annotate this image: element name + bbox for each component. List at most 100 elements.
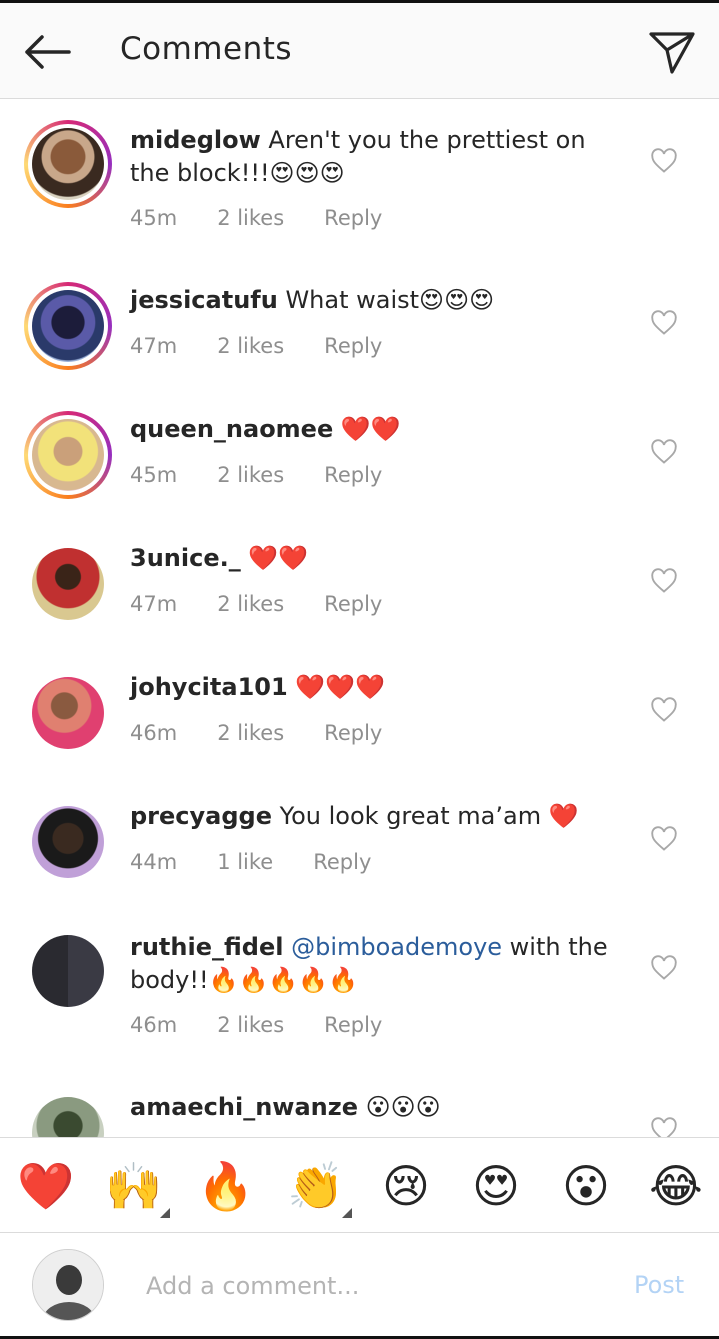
- comment-body: ❤️❤️: [340, 415, 401, 443]
- raising-hands-glyph: 🙌: [105, 1159, 163, 1213]
- avatar[interactable]: [24, 120, 112, 208]
- comment-username[interactable]: 3unice._: [130, 544, 241, 572]
- comment-meta: 44m 1 like Reply: [130, 850, 411, 874]
- comment-mention-link[interactable]: @bimboademoye: [291, 933, 502, 961]
- comment-likes[interactable]: 2 likes: [217, 592, 284, 616]
- heart-outline-icon[interactable]: [650, 148, 678, 174]
- comment-username[interactable]: precyagge: [130, 802, 272, 830]
- comment-item: 3unice._ ❤️❤️ 47m 2 likes Reply: [0, 540, 719, 650]
- comment-username[interactable]: queen_naomee: [130, 415, 333, 443]
- comment-text: queen_naomee ❤️❤️: [130, 413, 610, 446]
- comment-meta: 45m 2 likes Reply: [130, 206, 422, 230]
- comment-username[interactable]: mideglow: [130, 126, 261, 154]
- comment-likes[interactable]: 2 likes: [217, 334, 284, 358]
- heart-eyes-emoji[interactable]: 😍: [466, 1156, 526, 1216]
- comment-likes[interactable]: 2 likes: [217, 1013, 284, 1037]
- heart-outline-icon[interactable]: [650, 439, 678, 465]
- avatar[interactable]: [24, 798, 112, 886]
- raising-hands-emoji[interactable]: 🙌: [104, 1156, 170, 1218]
- comment-likes[interactable]: 2 likes: [217, 463, 284, 487]
- user-photo-icon: [33, 1250, 103, 1320]
- comment-time: 46m: [130, 721, 178, 745]
- comment-time: 47m: [130, 592, 178, 616]
- clapping-hands-glyph: 👏: [287, 1159, 345, 1213]
- comment-item: jessicatufu What waist😍😍😍 47m 2 likes Re…: [0, 282, 719, 392]
- red-heart-emoji[interactable]: ❤️: [16, 1156, 76, 1216]
- reply-button[interactable]: Reply: [313, 850, 371, 874]
- comment-time: 46m: [130, 1013, 178, 1037]
- comment-item: queen_naomee ❤️❤️ 45m 2 likes Reply: [0, 411, 719, 521]
- reply-button[interactable]: Reply: [324, 334, 382, 358]
- comment-body: What waist😍😍😍: [285, 286, 495, 314]
- reply-button[interactable]: Reply: [324, 721, 382, 745]
- comment-likes[interactable]: 2 likes: [217, 721, 284, 745]
- crying-face-emoji[interactable]: 😢: [376, 1156, 436, 1216]
- comment-username[interactable]: jessicatufu: [130, 286, 278, 314]
- comment-time: 45m: [130, 463, 178, 487]
- variant-indicator-icon: [342, 1208, 352, 1218]
- avatar[interactable]: [24, 1089, 112, 1137]
- comment-time: 45m: [130, 206, 178, 230]
- heart-outline-icon[interactable]: [650, 568, 678, 594]
- comment-time: 47m: [130, 334, 178, 358]
- quick-reactions-bar: ❤️ 🙌 🔥 👏 😢 😍 😮 😂: [0, 1137, 719, 1233]
- comment-meta: 47m 2 likes Reply: [130, 334, 422, 358]
- heart-outline-icon[interactable]: [650, 955, 678, 981]
- comments-header: Comments: [0, 3, 719, 99]
- comment-text: jessicatufu What waist😍😍😍: [130, 284, 610, 317]
- comment-item: mideglow Aren't you the prettiest on the…: [0, 120, 719, 270]
- comment-meta: 47m 2 likes Reply: [130, 592, 422, 616]
- comment-username[interactable]: ruthie_fidel: [130, 933, 283, 961]
- back-button[interactable]: [18, 29, 76, 75]
- tears-of-joy-emoji[interactable]: 😂: [646, 1156, 706, 1216]
- comment-item: precyagge You look great ma’am ❤️ 44m 1 …: [0, 798, 719, 908]
- comment-item: johycita101 ❤️❤️❤️ 46m 2 likes Reply: [0, 669, 719, 779]
- comment-text: precyagge You look great ma’am ❤️: [130, 800, 610, 833]
- avatar[interactable]: [24, 927, 112, 1015]
- comment-text: amaechi_nwanze 😮😮😮: [130, 1091, 610, 1124]
- avatar[interactable]: [24, 282, 112, 370]
- arrow-left-icon: [25, 35, 71, 69]
- comment-item: ruthie_fidel @bimboademoye with the body…: [0, 927, 719, 1077]
- reply-button[interactable]: Reply: [324, 206, 382, 230]
- comment-likes[interactable]: 1 like: [217, 850, 273, 874]
- comment-body: 😮😮😮: [365, 1093, 441, 1121]
- reply-button[interactable]: Reply: [324, 1013, 382, 1037]
- comment-meta: 46m 2 likes Reply: [130, 721, 422, 745]
- avatar[interactable]: [24, 669, 112, 757]
- variant-indicator-icon: [160, 1208, 170, 1218]
- comment-likes[interactable]: 2 likes: [217, 206, 284, 230]
- current-user-avatar: [32, 1249, 104, 1321]
- avatar[interactable]: [24, 411, 112, 499]
- comment-body: You look great ma’am ❤️: [279, 802, 579, 830]
- share-button[interactable]: [645, 25, 699, 79]
- clapping-hands-emoji[interactable]: 👏: [286, 1156, 352, 1218]
- fire-emoji[interactable]: 🔥: [196, 1156, 256, 1216]
- heart-outline-icon[interactable]: [650, 310, 678, 336]
- comment-body: ❤️❤️: [248, 544, 309, 572]
- comment-composer: Post: [0, 1233, 719, 1336]
- page-title: Comments: [120, 31, 293, 67]
- comment-text: 3unice._ ❤️❤️: [130, 542, 610, 575]
- comment-time: 44m: [130, 850, 178, 874]
- comments-list[interactable]: mideglow Aren't you the prettiest on the…: [0, 100, 719, 1137]
- comment-item: amaechi_nwanze 😮😮😮: [0, 1089, 719, 1137]
- avatar[interactable]: [24, 540, 112, 628]
- comment-username[interactable]: amaechi_nwanze: [130, 1093, 358, 1121]
- comment-text: ruthie_fidel @bimboademoye with the body…: [130, 931, 610, 997]
- reply-button[interactable]: Reply: [324, 463, 382, 487]
- comment-body: ❤️❤️❤️: [295, 673, 385, 701]
- heart-outline-icon[interactable]: [650, 697, 678, 723]
- reply-button[interactable]: Reply: [324, 592, 382, 616]
- post-button[interactable]: Post: [634, 1271, 684, 1299]
- comment-username[interactable]: johycita101: [130, 673, 288, 701]
- comment-text: mideglow Aren't you the prettiest on the…: [130, 124, 610, 190]
- heart-outline-icon[interactable]: [650, 1117, 678, 1137]
- surprised-face-emoji[interactable]: 😮: [556, 1156, 616, 1216]
- comment-input[interactable]: [144, 1263, 608, 1309]
- paper-plane-icon: [649, 32, 695, 74]
- comment-text: johycita101 ❤️❤️❤️: [130, 671, 610, 704]
- comment-meta: 45m 2 likes Reply: [130, 463, 422, 487]
- comment-meta: 46m 2 likes Reply: [130, 1013, 422, 1037]
- heart-outline-icon[interactable]: [650, 826, 678, 852]
